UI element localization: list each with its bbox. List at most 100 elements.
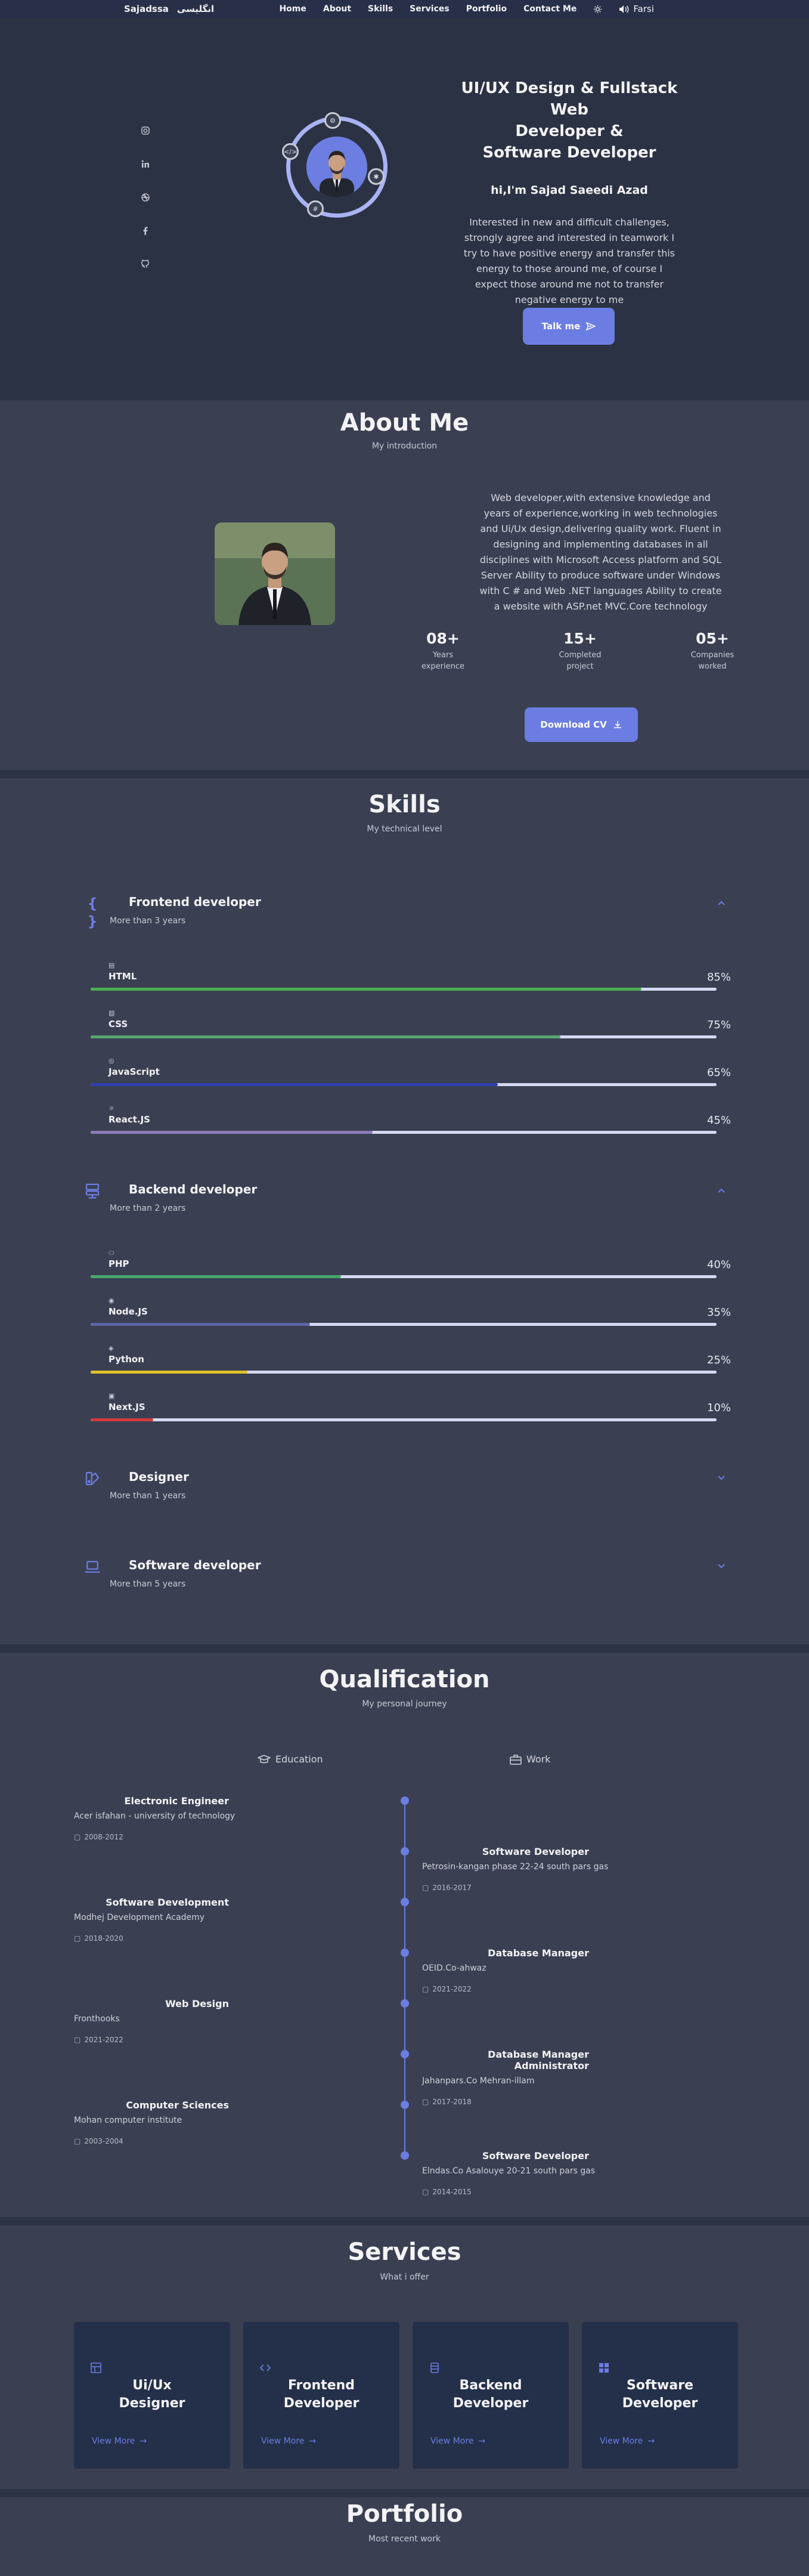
hero-title-line2: Developer &	[515, 122, 624, 140]
skill-percent: 35%	[706, 1306, 731, 1319]
tab-work[interactable]: Work	[510, 1754, 551, 1765]
chevron-up-icon[interactable]	[715, 897, 727, 909]
skill-bar-fill	[91, 1418, 153, 1421]
timeline-dot	[401, 2101, 409, 2109]
instagram-icon[interactable]	[141, 125, 150, 136]
brand[interactable]: Sajadssa انگلیسی	[124, 4, 214, 14]
nav-contact[interactable]: Contact Me	[523, 4, 576, 14]
language-toggle[interactable]: Farsi	[619, 4, 654, 14]
brand-name[interactable]: Sajadssa	[124, 4, 169, 14]
facebook-icon[interactable]	[141, 225, 150, 236]
timeline-dot	[401, 1847, 409, 1856]
github-icon[interactable]	[141, 259, 150, 270]
timeline-dot	[401, 1796, 409, 1805]
chevron-down-icon[interactable]	[715, 1560, 727, 1572]
service-title: Software Developer	[622, 2378, 698, 2411]
nav-home[interactable]: Home	[279, 4, 306, 14]
qualification-item: Software Development Modhej Development …	[74, 1897, 277, 1943]
timeline-dot	[401, 1898, 409, 1906]
talk-me-button[interactable]: Talk me	[523, 308, 615, 345]
qualification-org: Fronthooks	[74, 2014, 120, 2024]
timeline-dot	[401, 1999, 409, 2008]
calendar-icon: ▢	[422, 2188, 429, 2196]
frontend-title[interactable]: Frontend developer	[129, 895, 261, 909]
arrow-right-icon: →	[140, 2436, 147, 2446]
service-card-frontend[interactable]: Frontend Developer View More →	[243, 2322, 399, 2469]
timeline-dot	[401, 2050, 409, 2058]
qualification-title-text: Database Manager Administrator	[488, 2049, 589, 2071]
brand-alt[interactable]: انگلیسی	[177, 4, 214, 14]
service-card-software[interactable]: Software Developer View More →	[582, 2322, 738, 2469]
talk-me-label: Talk me	[541, 321, 581, 332]
qualification-date: ▢ 2021-2022	[74, 2036, 123, 2044]
nav-portfolio[interactable]: Portfolio	[466, 4, 507, 14]
skill-percent: 65%	[706, 1066, 731, 1079]
tab-education[interactable]: Education	[258, 1754, 323, 1765]
backend-title[interactable]: Backend developer	[129, 1182, 257, 1196]
dribbble-icon[interactable]	[141, 192, 150, 203]
linkedin-icon[interactable]	[141, 159, 150, 169]
view-more-link[interactable]: View More →	[430, 2436, 485, 2446]
qualification-date: ▢ 2021-2022	[422, 1985, 472, 1993]
orbit-settings-icon: ⚙	[324, 112, 341, 129]
backend-subtitle: More than 2 years	[110, 1204, 186, 1213]
top-nav: Sajadssa انگلیسی Home About Skills Servi…	[0, 0, 809, 18]
skill-bar-fill	[91, 1131, 373, 1134]
skill-name: Python	[109, 1354, 144, 1365]
arrow-right-icon: →	[647, 2436, 655, 2446]
separator	[0, 1644, 809, 1653]
skill-name: Node.JS	[109, 1306, 148, 1317]
chevron-up-icon[interactable]	[715, 1185, 727, 1196]
about-title: About Me	[340, 409, 469, 437]
skill-name: Next.JS	[109, 1402, 145, 1412]
skill-category-backend: Backend developer More than 2 years ⬭ PH…	[83, 1182, 731, 1433]
download-cv-label: Download CV	[540, 719, 607, 730]
separator	[0, 770, 809, 778]
windows-icon	[599, 2363, 609, 2373]
stat-companies-label: Companies worked	[690, 651, 734, 671]
chevron-down-icon[interactable]	[715, 1472, 727, 1484]
download-icon	[613, 721, 621, 728]
qualification-title-text: Software Development	[106, 1897, 229, 1908]
briefcase-icon	[510, 1754, 522, 1765]
qualification-org: Mohan computer institute	[74, 2116, 182, 2125]
skill-category-software: Software developer More than 5 years	[83, 1558, 727, 1594]
calendar-icon: ▢	[422, 1884, 429, 1892]
skill-bar-fill	[91, 1371, 247, 1374]
qualification-date: ▢ 2014-2015	[422, 2188, 472, 2196]
nav-services[interactable]: Services	[410, 4, 450, 14]
service-card-backend[interactable]: Backend Developer View More →	[413, 2322, 569, 2469]
calendar-icon: ▢	[74, 2137, 81, 2145]
software-title[interactable]: Software developer	[129, 1558, 261, 1572]
stat-projects: 15+ Completed project	[547, 630, 613, 672]
skill-category-designer: Designer More than 1 years	[83, 1470, 727, 1505]
nav-about[interactable]: About	[323, 4, 351, 14]
qualification-org: Modhej Development Academy	[74, 1913, 205, 1922]
skill-react: ⚛ React.JS 45%	[91, 1105, 731, 1134]
hero-avatar: ⚙ </> ✱ #	[282, 112, 388, 218]
nodejs-icon: ◉	[109, 1297, 114, 1304]
qualification-item: Database Manager OEID.Co-ahwaz ▢ 2021-202…	[422, 1947, 625, 1993]
nav-skills[interactable]: Skills	[368, 4, 393, 14]
view-more-link[interactable]: View More →	[92, 2436, 147, 2446]
skills-subtitle: My technical level	[367, 824, 442, 834]
view-more-link[interactable]: View More →	[600, 2436, 655, 2446]
javascript-icon: ◎	[109, 1057, 114, 1065]
designer-title[interactable]: Designer	[129, 1470, 189, 1484]
skill-name: JavaScript	[109, 1066, 160, 1077]
view-more-link[interactable]: View More →	[261, 2436, 316, 2446]
skill-bar	[91, 1083, 717, 1086]
stat-years-label: Years experience	[421, 651, 465, 671]
qualification-title-text: Database Manager	[488, 1947, 589, 1959]
braces-icon: { }	[87, 895, 98, 930]
download-cv-button[interactable]: Download CV	[525, 707, 638, 742]
theme-toggle[interactable]	[593, 5, 602, 14]
qualification-title-text: Computer Sciences	[126, 2099, 229, 2111]
qualification-title-text: Web Design	[165, 1998, 229, 2009]
skill-name: HTML	[109, 971, 137, 982]
tab-education-label: Education	[275, 1754, 323, 1765]
palette-icon	[85, 1471, 100, 1486]
separator	[0, 2217, 809, 2225]
server-icon	[85, 1183, 100, 1199]
service-card-uiux[interactable]: Ui/Ux Designer View More →	[74, 2322, 230, 2469]
